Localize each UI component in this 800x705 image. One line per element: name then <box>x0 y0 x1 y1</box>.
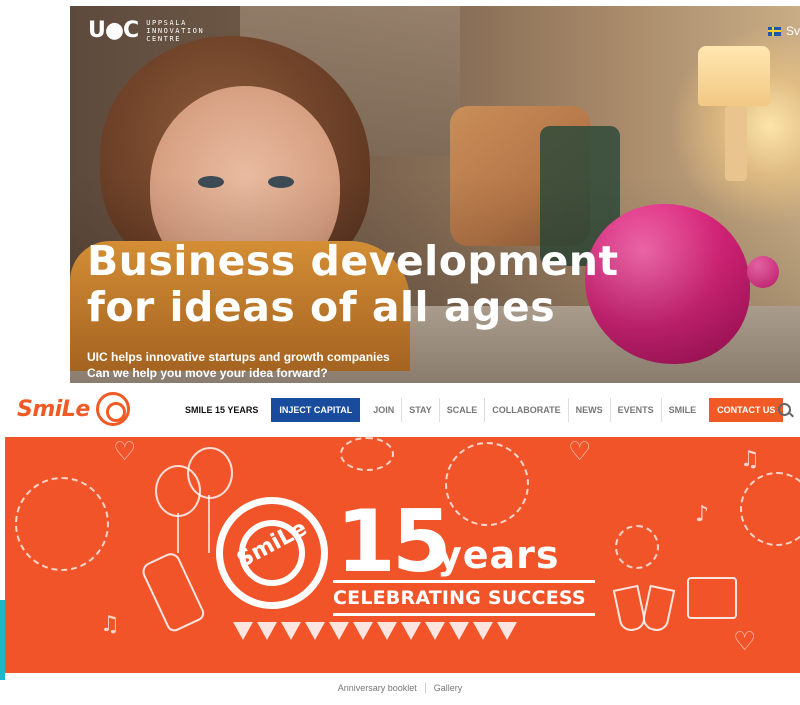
anniversary-years-label: years <box>437 533 560 577</box>
nav-smile-15-years[interactable]: SMILE 15 YEARS <box>178 398 265 422</box>
bunting-decoration <box>233 622 517 640</box>
firework-left-icon <box>15 477 109 571</box>
anniversary-sub-links: Anniversary booklet Gallery <box>0 683 800 693</box>
search-icon[interactable] <box>778 403 791 416</box>
divider <box>333 613 595 616</box>
balloon-string <box>208 495 210 553</box>
champagne-glass-icon <box>640 584 676 634</box>
uic-logo[interactable]: U●C UPPSALA INNOVATION CENTRE <box>88 18 204 43</box>
heart-icon: ♡ <box>568 437 592 467</box>
nav-scale[interactable]: SCALE <box>438 398 485 422</box>
birthday-cake-icon <box>687 577 737 619</box>
smile-wordmark: SmiLe <box>17 396 90 422</box>
divider <box>333 580 595 583</box>
anniversary-booklet-link[interactable]: Anniversary booklet <box>332 683 423 693</box>
anniversary-banner: ♫ ♫ ♪ ♡ ♡ ♡ SmiLe 15 years CELEBRATING S… <box>5 437 800 673</box>
cyan-edge-fragment <box>0 600 5 680</box>
music-note-icon: ♪ <box>695 502 710 527</box>
smile-badge-icon <box>95 392 130 426</box>
nav-smile[interactable]: SMILE <box>660 398 704 422</box>
hero-headline: Business development for ideas of all ag… <box>87 237 619 331</box>
language-switch[interactable]: Sv <box>767 24 800 38</box>
firework-right-icon <box>740 472 800 546</box>
swedish-flag-icon <box>767 26 781 36</box>
anniversary-number: 15 <box>336 492 452 592</box>
nav-inject-capital-button[interactable]: INJECT CAPITAL <box>271 398 361 422</box>
nav-collaborate[interactable]: COLLABORATE <box>484 398 567 422</box>
uic-hero-banner: U●C UPPSALA INNOVATION CENTRE Sv Busines… <box>70 6 800 383</box>
nav-contact-us-button[interactable]: CONTACT US <box>709 398 784 422</box>
firework-top-icon <box>445 442 529 526</box>
nav-stay[interactable]: STAY <box>401 398 439 422</box>
smile-navbar: SmiLe SMILE 15 YEARS INJECT CAPITAL JOIN… <box>0 383 800 437</box>
music-note-icon: ♫ <box>100 612 120 637</box>
nav-news[interactable]: NEWS <box>567 398 610 422</box>
balloon-string <box>177 513 179 553</box>
smile-logo[interactable]: SmiLe <box>17 392 130 426</box>
heart-icon: ♡ <box>733 627 757 657</box>
hero-subtext: UIC helps innovative startups and growth… <box>87 350 390 380</box>
champagne-bottle-icon <box>139 550 207 634</box>
anniversary-tagline: CELEBRATING SUCCESS <box>333 587 586 609</box>
heart-icon: ♡ <box>113 437 137 467</box>
champagne-glass-icon <box>612 584 648 634</box>
uic-logo-text: UPPSALA INNOVATION CENTRE <box>146 18 205 43</box>
firework-small-icon <box>615 525 659 569</box>
gallery-link[interactable]: Gallery <box>428 683 469 693</box>
divider <box>424 683 426 693</box>
firework-top-small-icon <box>340 437 394 471</box>
main-menu: SMILE 15 YEARS INJECT CAPITAL JOIN STAY … <box>178 398 784 422</box>
balloon-icon <box>187 447 233 499</box>
smile-emblem-logo: SmiLe <box>216 497 328 609</box>
nav-events[interactable]: EVENTS <box>609 398 661 422</box>
nav-join[interactable]: JOIN <box>366 398 401 422</box>
uic-logo-mark: U●C <box>88 18 139 43</box>
language-label: Sv <box>785 24 800 38</box>
music-note-icon: ♫ <box>740 447 760 472</box>
